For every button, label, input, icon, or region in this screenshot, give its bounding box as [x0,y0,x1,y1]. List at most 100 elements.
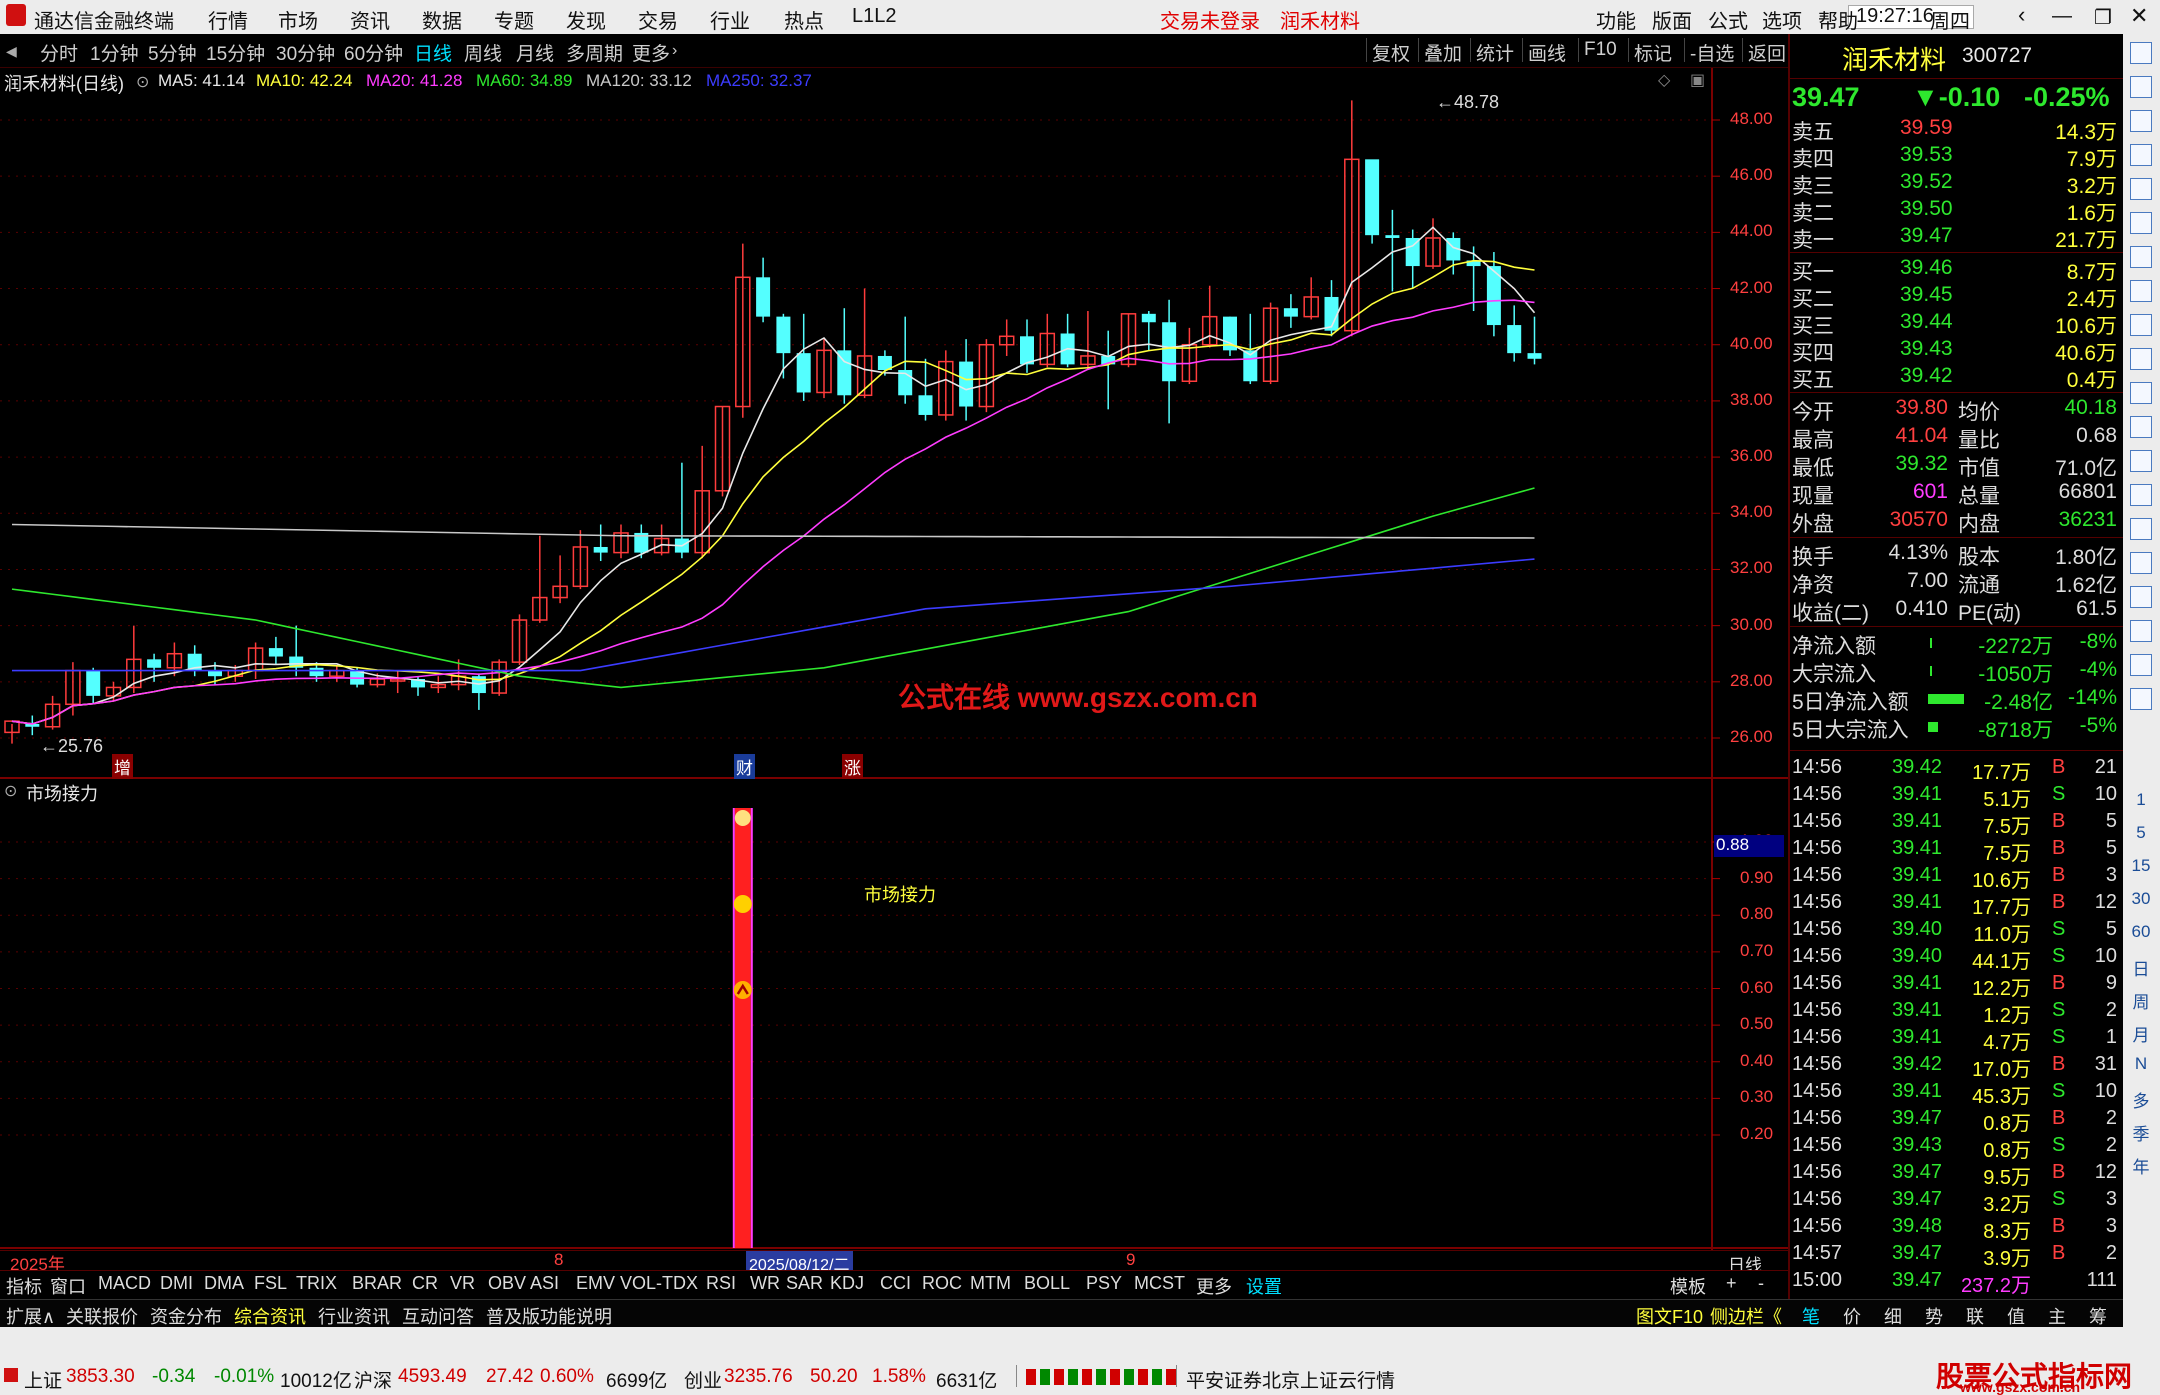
maximize-icon[interactable]: ❐ [2094,5,2112,30]
toolbar-button[interactable]: 标记 [1634,39,1672,66]
indicator-chart[interactable]: ⊙ 市场接力 市场接力 1.000.900.800.700.600.500.40… [0,780,1788,1250]
menu-item[interactable]: 发现 [566,5,606,34]
menu-item[interactable]: 行情 [208,5,248,34]
period-tab[interactable]: 15分钟 [206,39,265,66]
back-arrow-icon[interactable]: ‹ [2018,2,2025,28]
kline-icon[interactable] [2130,246,2152,268]
indicator-tab[interactable]: WR [750,1273,780,1294]
period-tab[interactable]: 月线 [516,39,554,66]
indicator-tab-control[interactable]: + [1726,1273,1737,1294]
refresh-icon[interactable] [2130,450,2152,472]
period-shortcut[interactable]: 5 [2127,823,2155,843]
indicator-tab[interactable]: CR [412,1273,438,1294]
down-arrow-icon[interactable] [2130,110,2152,132]
f10-icon[interactable] [2130,382,2152,404]
wave-icon[interactable] [2130,518,2152,540]
menu-item[interactable]: L1L2 [852,5,897,28]
toolbar-button[interactable]: 统计 [1476,39,1514,66]
toolbar-button[interactable]: 叠加 [1424,39,1462,66]
indicator-tab[interactable]: ASI [530,1273,559,1294]
indicator-tab[interactable]: 更多 [1196,1273,1232,1299]
quote-tab[interactable]: 价 [1843,1303,1861,1329]
info-tab[interactable]: 行业资讯 [318,1303,390,1329]
info-tab[interactable]: 综合资讯 [234,1303,306,1329]
doc-icon[interactable] [2130,484,2152,506]
toolbar-button[interactable]: 画线 [1528,39,1566,66]
indicator-tab[interactable]: ROC [922,1273,962,1294]
period-tab[interactable]: 周线 [464,39,502,66]
up-arrow-icon[interactable] [2130,42,2152,64]
indicator-canvas[interactable] [0,780,1788,1250]
info-tab[interactable]: 互动问答 [402,1303,474,1329]
kline-chart[interactable]: 润禾材料(日线) ⊙ MA5: 41.14 MA10: 42.24 MA20: 41… [0,68,1788,780]
collapse-icon[interactable]: ◀ [6,43,17,60]
menu-item[interactable]: 市场 [278,5,318,34]
chevron-right-icon[interactable]: › [672,42,677,60]
login-status[interactable]: 交易未登录 [1160,5,1260,34]
indicator-tab[interactable]: 设置 [1246,1273,1282,1299]
indicator-tab[interactable]: RSI [706,1273,736,1294]
menu-item[interactable]: 交易 [638,5,678,34]
period-tab[interactable]: 30分钟 [276,39,335,66]
period-shortcut[interactable]: 60 [2127,922,2155,942]
indicator-tab[interactable]: DMA [204,1273,244,1294]
indicator-tab[interactable]: VOL-TDX [620,1273,698,1294]
window-icon[interactable]: ▣ [1690,70,1705,90]
right-menu-item[interactable]: 版面 [1652,5,1692,34]
period-tab[interactable]: 5分钟 [148,39,197,66]
right-menu-item[interactable]: 公式 [1708,5,1748,34]
quote-tab[interactable]: 值 [2007,1303,2025,1329]
toolbar-button[interactable]: 返回 [1748,39,1786,66]
toolbar-button[interactable]: 复权 [1372,39,1410,66]
indicator-tab-control[interactable]: 模板 [1670,1273,1706,1299]
period-shortcut[interactable]: 日 [2127,955,2155,980]
quote-tab[interactable]: 势 [1925,1303,1943,1329]
line-icon[interactable] [2130,212,2152,234]
period-tab[interactable]: 1分钟 [90,39,139,66]
marker-zeng[interactable]: 增 [112,754,133,779]
indicator-settings-icon[interactable]: ⊙ [136,72,149,92]
toolbar-button[interactable]: F10 [1584,39,1617,61]
indicator-tab[interactable]: SAR [786,1273,823,1294]
share-icon[interactable] [2130,688,2152,710]
move-icon[interactable] [2130,586,2152,608]
indicator-tab[interactable]: 窗口 [50,1273,86,1299]
period-tab[interactable]: 多周期 [566,39,623,66]
indicator-tab[interactable]: OBV [488,1273,526,1294]
period-shortcut[interactable]: 月 [2127,1021,2155,1046]
sh-name[interactable]: 上证 [24,1366,62,1393]
period-shortcut[interactable]: 15 [2127,856,2155,876]
info-right-tab[interactable]: 侧边栏《 [1710,1303,1782,1329]
indicator-tab[interactable]: BRAR [352,1273,402,1294]
indicator-tab[interactable]: EMV [576,1273,615,1294]
menu-item[interactable]: 行业 [710,5,750,34]
quote-tab[interactable]: 联 [1966,1303,1984,1329]
marker-zhang[interactable]: 涨 [842,754,863,779]
period-shortcut[interactable]: 1 [2127,790,2155,810]
menu-item[interactable]: 热点 [784,5,824,34]
period-shortcut[interactable]: 30 [2127,889,2155,909]
quote-tab[interactable]: 细 [1884,1303,1902,1329]
indicator-tab[interactable]: KDJ [830,1273,864,1294]
indicator-tab[interactable]: MACD [98,1273,151,1294]
indicator-tab[interactable]: DMI [160,1273,193,1294]
f12-icon[interactable] [2130,416,2152,438]
right-menu-item[interactable]: 选项 [1762,5,1802,34]
indicator-tab[interactable]: MTM [970,1273,1011,1294]
rsi-icon[interactable] [2130,552,2152,574]
right-menu-item[interactable]: 帮助 [1818,5,1858,34]
chart-icon[interactable] [2130,144,2152,166]
minimize-icon[interactable]: — [2052,5,2072,28]
info-tab[interactable]: 关联报价 [66,1303,138,1329]
info-tab[interactable]: 普及版功能说明 [486,1303,612,1329]
period-shortcut[interactable]: 周 [2127,988,2155,1013]
indicator-tab-control[interactable]: - [1758,1273,1764,1294]
period-shortcut[interactable]: 年 [2127,1153,2155,1178]
pen-icon[interactable] [2130,620,2152,642]
indicator-tab[interactable]: TRIX [296,1273,337,1294]
marker-cai[interactable]: 财 [734,754,755,779]
quote-tab[interactable]: 主 [2048,1303,2066,1329]
news-icon[interactable] [2130,280,2152,302]
period-shortcut[interactable]: 多 [2127,1087,2155,1112]
cy-name[interactable]: 创业 [684,1366,722,1393]
